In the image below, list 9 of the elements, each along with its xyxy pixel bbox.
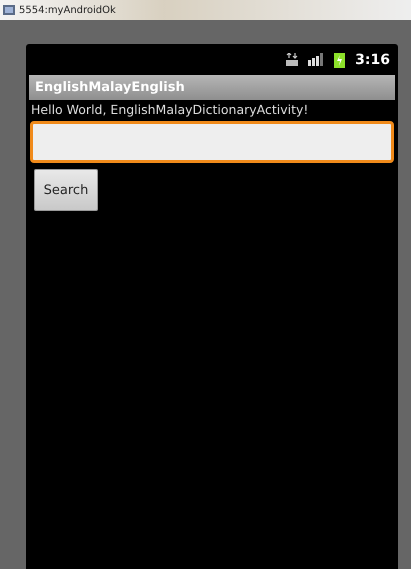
status-time: 3:16 [355,52,390,68]
search-button[interactable]: Search [34,169,98,211]
signal-icon [308,53,324,66]
greeting-text: Hello World, EnglishMalayDictionaryActivity! [30,101,310,119]
battery-icon [334,52,346,68]
window-title: 5554:myAndroidOk [19,4,116,16]
app-title: EnglishMalayEnglish [35,80,185,95]
search-field[interactable] [30,121,394,163]
app-icon [3,5,15,15]
